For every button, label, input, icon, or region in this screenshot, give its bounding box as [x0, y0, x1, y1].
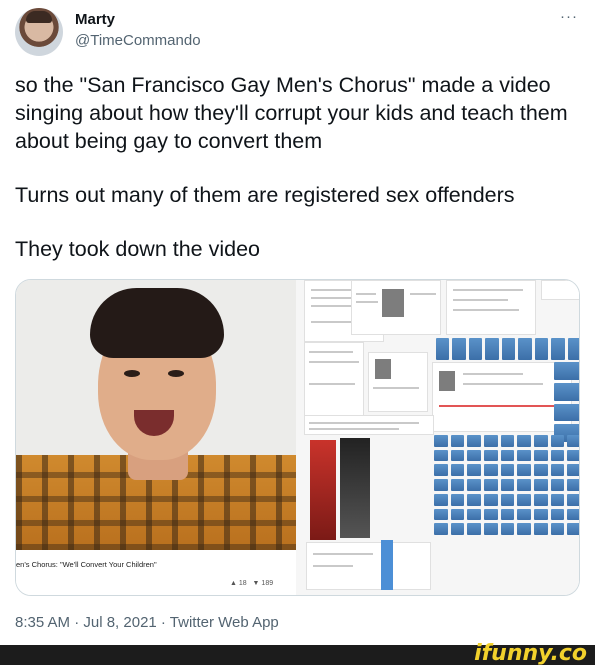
- tweet-paragraph: They took down the video: [15, 237, 261, 261]
- video-thumbnail[interactable]: en's Chorus: "We'll Convert Your Childre…: [16, 280, 296, 595]
- member-photo-grid: [436, 338, 579, 360]
- display-name[interactable]: Marty: [75, 11, 115, 28]
- thumbs-down-icon: ▼: [252, 580, 260, 587]
- dislike-count: 189: [261, 580, 274, 587]
- user-handle[interactable]: @TimeCommando: [75, 32, 201, 49]
- document-page: [304, 415, 434, 435]
- document-page: [351, 280, 441, 335]
- avatar[interactable]: [15, 8, 63, 56]
- photo-costume: [310, 440, 336, 540]
- ifunny-watermark: ifunny.co: [474, 641, 587, 665]
- watermark-bar: ifunny.co: [0, 641, 595, 665]
- tweet-paragraph: Turns out many of them are registered se…: [15, 183, 515, 207]
- like-count: 18: [238, 580, 247, 587]
- tweet-header: Marty @TimeCommando ···: [15, 8, 580, 56]
- video-ratings: ▲ 18 ▼ 189: [230, 580, 273, 587]
- tweet-text: so the "San Francisco Gay Men's Chorus" …: [15, 71, 580, 289]
- document-page: [446, 280, 536, 335]
- mugshot-photo: [439, 371, 455, 391]
- document-page: [306, 542, 431, 590]
- highlight-strip: [381, 540, 393, 590]
- tweet-paragraph: so the "San Francisco Gay Men's Chorus" …: [15, 73, 574, 153]
- document-page: [432, 362, 572, 432]
- member-photo-grid: [434, 435, 579, 535]
- photo-door: [340, 438, 370, 538]
- registry-screenshots: [296, 280, 579, 595]
- tweet-media[interactable]: en's Chorus: "We'll Convert Your Childre…: [15, 279, 580, 596]
- document-page: [368, 352, 428, 412]
- mugshot-photo: [375, 359, 391, 379]
- document-page: [304, 342, 364, 417]
- member-photo-grid: [554, 362, 579, 442]
- document-page: [541, 280, 579, 300]
- more-options-icon[interactable]: ···: [560, 8, 578, 25]
- tweet-timestamp[interactable]: 8:35 AM · Jul 8, 2021 · Twitter Web App: [15, 614, 279, 631]
- mugshot-photo: [382, 289, 404, 317]
- video-caption: en's Chorus: "We'll Convert Your Childre…: [16, 560, 157, 569]
- thumbs-up-icon: ▲: [230, 580, 237, 587]
